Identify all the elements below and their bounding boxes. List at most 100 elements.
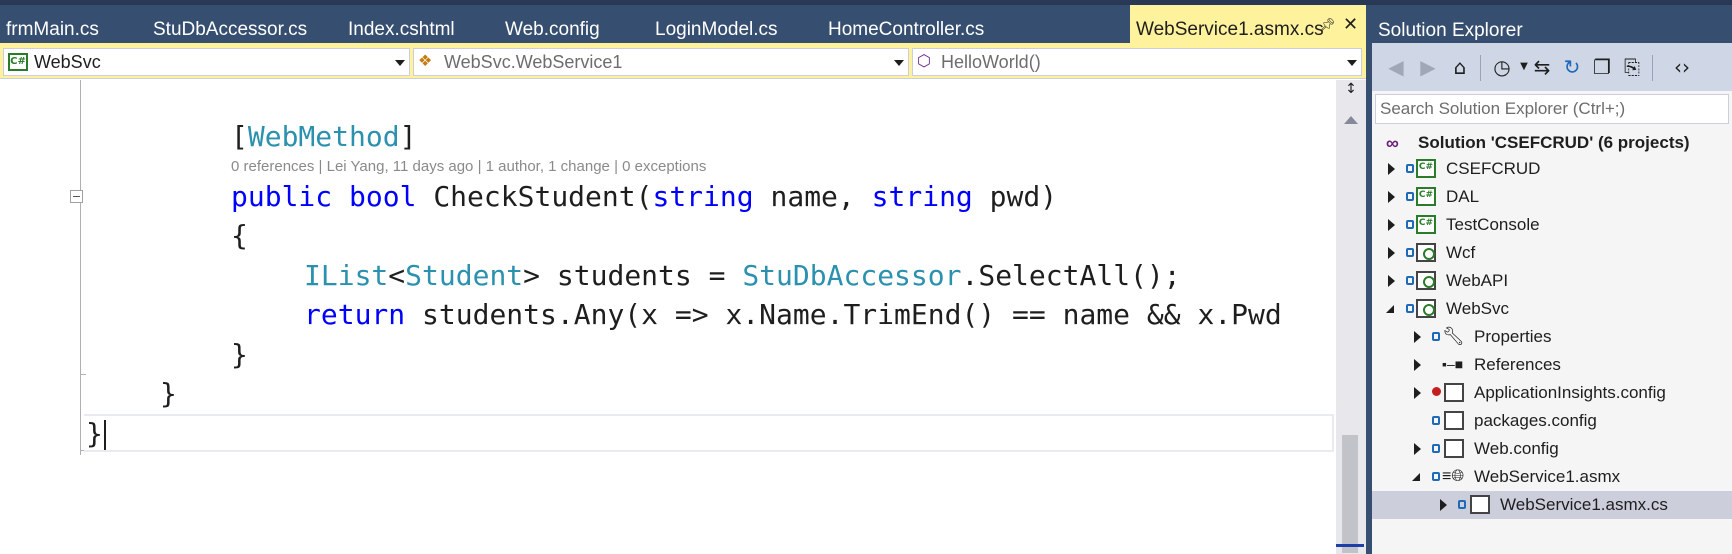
pin-icon[interactable]: 📌︎ xyxy=(1319,19,1336,33)
references-icon: ▪‒■ xyxy=(1442,356,1464,372)
toolbar-separator xyxy=(1480,55,1481,81)
tree-project-websvc[interactable]: WebSvc xyxy=(1372,295,1732,323)
search-input[interactable]: Search Solution Explorer (Ctrl+;) xyxy=(1375,94,1729,124)
excluded-icon xyxy=(1432,387,1441,396)
expand-arrow-icon[interactable] xyxy=(1388,247,1395,259)
code-line-close-brace-class: } xyxy=(160,377,177,410)
tree-item-properties[interactable]: 🔧︎ Properties xyxy=(1372,323,1732,351)
code-line-open-brace: { xyxy=(231,219,248,252)
tree-project-wcf[interactable]: Wcf xyxy=(1372,239,1732,267)
tree-label: Properties xyxy=(1474,327,1552,346)
lock-icon xyxy=(1406,164,1414,173)
tree-label: WebService1.asmx.cs xyxy=(1500,495,1668,514)
member-dropdown[interactable]: ⬡ HelloWorld() xyxy=(912,48,1362,76)
tab-index-cshtml[interactable]: Index.cshtml xyxy=(348,5,455,43)
tree-label: packages.config xyxy=(1474,411,1597,430)
expand-arrow-icon[interactable] xyxy=(1388,191,1395,203)
home-icon[interactable]: ⌂ xyxy=(1448,55,1472,79)
visual-studio-icon: ∞ xyxy=(1386,133,1399,153)
tree-item-references[interactable]: ▪‒■ References xyxy=(1372,351,1732,379)
outline-tick xyxy=(80,374,86,375)
collapse-arrow-icon[interactable] xyxy=(1412,473,1420,481)
back-icon[interactable]: ◀ xyxy=(1384,55,1408,79)
tab-loginmodel[interactable]: LoginModel.cs xyxy=(655,5,778,43)
code-line-close-brace-method: } xyxy=(231,338,248,371)
collapse-all-icon[interactable]: ❐ xyxy=(1590,55,1614,79)
codelens-info[interactable]: 0 references | Lei Yang, 11 days ago | 1… xyxy=(231,158,706,175)
expand-arrow-icon[interactable] xyxy=(1414,331,1421,343)
lock-icon xyxy=(1432,332,1440,341)
code-editor: C# WebSvc ❖ WebSvc.WebService1 ⬡ HelloWo… xyxy=(0,43,1366,554)
csharp-file-icon xyxy=(1470,495,1490,514)
config-file-icon xyxy=(1444,439,1464,458)
chevron-down-icon xyxy=(395,60,405,66)
tab-frmmain[interactable]: frmMain.cs xyxy=(6,5,99,43)
tree-item-applicationinsights-config[interactable]: ApplicationInsights.config xyxy=(1372,379,1732,407)
tree-project-testconsole[interactable]: C# TestConsole xyxy=(1372,211,1732,239)
scrollbar-thumb[interactable] xyxy=(1342,435,1358,553)
tree-project-dal[interactable]: C# DAL xyxy=(1372,183,1732,211)
tree-label: ApplicationInsights.config xyxy=(1474,383,1666,402)
lock-icon xyxy=(1432,444,1440,453)
code-line-signature: public bool CheckStudent(string name, st… xyxy=(231,180,1058,213)
split-window-icon[interactable]: ↕ xyxy=(1342,82,1360,106)
expand-arrow-icon[interactable] xyxy=(1388,275,1395,287)
scroll-up-icon[interactable] xyxy=(1344,116,1358,124)
collapse-arrow-icon[interactable] xyxy=(1386,305,1394,313)
expand-arrow-icon[interactable] xyxy=(1388,163,1395,175)
tab-webservice1-asmx-cs[interactable]: WebService1.asmx.cs 📌︎ ✕ xyxy=(1130,5,1368,43)
tree-item-webservice1-asmx[interactable]: ≡🌐︎ WebService1.asmx xyxy=(1372,463,1732,491)
expand-arrow-icon[interactable] xyxy=(1414,443,1421,455)
lock-icon xyxy=(1406,220,1414,229)
expand-arrow-icon[interactable] xyxy=(1388,219,1395,231)
config-file-icon xyxy=(1444,383,1464,402)
tab-studbaccessor[interactable]: StuDbAccessor.cs xyxy=(153,5,307,43)
code-pane[interactable]: [WebMethod] 0 references | Lei Yang, 11 … xyxy=(0,80,1336,554)
lock-icon xyxy=(1406,248,1414,257)
vertical-scrollbar[interactable]: ↕ xyxy=(1336,80,1366,554)
toolbar-separator xyxy=(1652,55,1653,81)
forward-icon[interactable]: ▶ xyxy=(1416,55,1440,79)
collapse-icon[interactable] xyxy=(70,190,83,203)
expand-arrow-icon[interactable] xyxy=(1414,387,1421,399)
web-service-icon: ≡🌐︎ xyxy=(1442,468,1465,485)
lock-icon xyxy=(1458,500,1466,509)
code-line-return: return students.Any(x => x.Name.TrimEnd(… xyxy=(304,298,1282,331)
tab-web-config[interactable]: Web.config xyxy=(505,5,600,43)
csharp-icon: C# xyxy=(8,53,28,71)
sync-icon[interactable]: ⇆ xyxy=(1530,55,1554,79)
navigation-bar: C# WebSvc ❖ WebSvc.WebService1 ⬡ HelloWo… xyxy=(0,43,1366,79)
tree-label: WebSvc xyxy=(1446,299,1509,318)
view-code-icon[interactable]: ‹› xyxy=(1670,55,1694,79)
tree-solution[interactable]: ∞ Solution 'CSEFCRUD' (6 projects) xyxy=(1372,129,1732,157)
tree-label: TestConsole xyxy=(1446,215,1540,234)
show-all-files-icon[interactable]: ⎘ xyxy=(1620,55,1644,79)
tree-item-packages-config[interactable]: packages.config xyxy=(1372,407,1732,435)
solution-tree: ∞ Solution 'CSEFCRUD' (6 projects) C# CS… xyxy=(1372,129,1732,554)
expand-arrow-icon[interactable] xyxy=(1414,359,1421,371)
web-project-icon xyxy=(1416,299,1436,318)
lock-icon xyxy=(1432,472,1440,481)
type-dropdown[interactable]: ❖ WebSvc.WebService1 xyxy=(413,48,909,76)
refresh-icon[interactable]: ↻ xyxy=(1560,55,1584,79)
tree-item-webservice1-asmx-cs[interactable]: WebService1.asmx.cs xyxy=(1372,491,1732,519)
lock-icon xyxy=(1406,276,1414,285)
close-icon[interactable]: ✕ xyxy=(1343,16,1358,34)
tree-label: References xyxy=(1474,355,1561,374)
tree-label: DAL xyxy=(1446,187,1480,206)
member-dropdown-label: HelloWorld() xyxy=(941,52,1041,72)
project-dropdown[interactable]: C# WebSvc xyxy=(3,48,410,76)
tree-label: Web.config xyxy=(1474,439,1559,458)
code-line-attribute: [WebMethod] xyxy=(231,120,417,153)
csharp-project-icon: C# xyxy=(1416,215,1436,234)
tree-item-web-config[interactable]: Web.config xyxy=(1372,435,1732,463)
tree-project-webapi[interactable]: WebAPI xyxy=(1372,267,1732,295)
csharp-project-icon: C# xyxy=(1416,187,1436,206)
current-line-highlight xyxy=(84,414,1334,452)
pending-changes-icon[interactable]: ◷ xyxy=(1490,55,1514,79)
tree-project-csefcrud[interactable]: C# CSEFCRUD xyxy=(1372,155,1732,183)
expand-arrow-icon[interactable] xyxy=(1440,499,1447,511)
tree-label: Wcf xyxy=(1446,243,1476,262)
lock-icon xyxy=(1406,192,1414,201)
tab-homecontroller[interactable]: HomeController.cs xyxy=(828,5,984,43)
